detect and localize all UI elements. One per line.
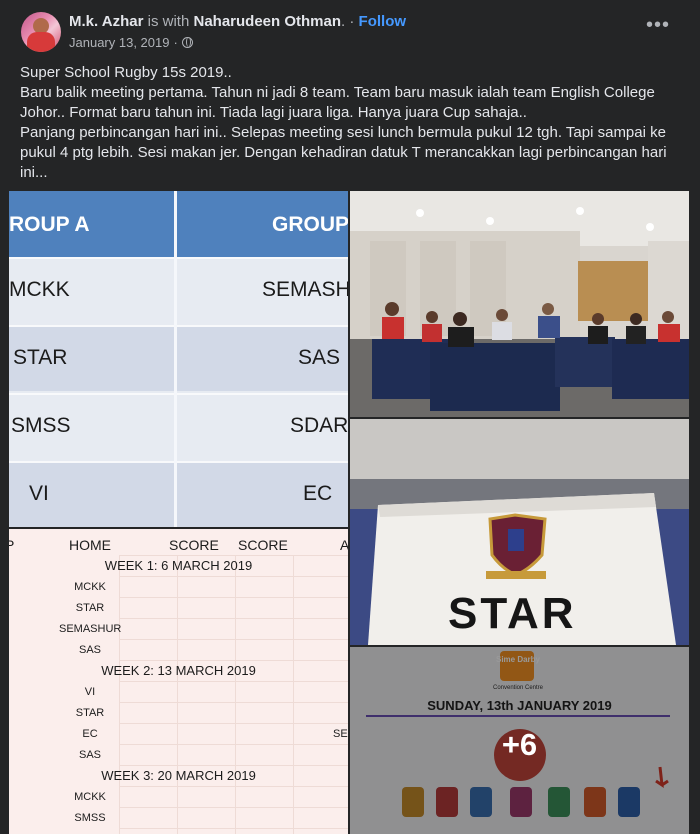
home-team: MCKK — [74, 581, 106, 593]
home-team: SEMASHUR — [59, 623, 122, 635]
col-a: A — [340, 537, 348, 553]
meeting-room-picture — [350, 191, 689, 417]
col-score-1: SCORE — [169, 537, 219, 553]
post-meta: January 13, 2019 · — [69, 35, 193, 50]
group-a-team: SMSS — [11, 414, 71, 437]
photo-grid: ROUP A GROUP MCKK SEMASHU STAR SAS SMSS … — [9, 191, 689, 834]
meta-separator: · — [173, 35, 178, 50]
home-team: EC — [82, 728, 98, 740]
post-text-line: Baru balik meeting pertama. Tahun ni jad… — [20, 84, 655, 121]
group-a-team: STAR — [13, 346, 68, 369]
author-avatar[interactable] — [21, 12, 61, 52]
globe-icon — [181, 37, 193, 48]
home-team: VI — [84, 686, 96, 698]
more-options-icon[interactable]: ••• — [646, 15, 670, 42]
col-p: P — [9, 537, 15, 553]
avatar-body — [27, 32, 55, 52]
week-label: WEEK 2: 13 MARCH 2019 — [101, 663, 256, 678]
groups-row: SMSS SDAR — [9, 393, 348, 459]
more-photos-count[interactable]: +6 — [350, 727, 689, 763]
group-b-header: GROUP — [272, 213, 348, 236]
photo-meeting-room[interactable] — [350, 191, 689, 417]
groups-divider — [174, 191, 177, 527]
photo-star-nameplate[interactable]: STAR — [350, 419, 689, 645]
post-header: M.k. Azhar is with Naharudeen Othman. · … — [0, 0, 700, 58]
photo-groups-table[interactable]: ROUP A GROUP MCKK SEMASHU STAR SAS SMSS … — [9, 191, 348, 527]
home-team: MCKK — [74, 791, 106, 803]
group-b-team: EC — [303, 482, 333, 505]
post-date[interactable]: January 13, 2019 — [69, 35, 169, 50]
col-score-2: SCORE — [238, 537, 288, 553]
group-a-team: MCKK — [9, 278, 70, 301]
home-team: STAR — [75, 602, 105, 614]
schedule-grid — [119, 555, 348, 834]
group-b-team: SEMASHU — [262, 278, 348, 301]
photo-more[interactable]: Sime Darby Convention Centre SUNDAY, 13t… — [350, 647, 689, 834]
with-text: is with — [147, 13, 190, 30]
home-team: STAR — [75, 707, 105, 719]
photo-schedule[interactable]: P HOME SCORE SCORE A WEEK 1: 6 MARCH 201… — [9, 529, 348, 834]
home-team: SAS — [78, 749, 101, 761]
week-label: WEEK 3: 20 MARCH 2019 — [101, 768, 256, 783]
follow-separator: · — [349, 13, 355, 30]
home-team: SMSS — [74, 812, 106, 824]
author-line: M.k. Azhar is with Naharudeen Othman. · … — [69, 13, 406, 31]
tagged-dot: . — [341, 13, 346, 30]
group-b-team: SDAR — [290, 414, 348, 437]
groups-row: STAR SAS — [9, 325, 348, 391]
post-text: Super School Rugby 15s 2019.. Baru balik… — [20, 63, 685, 183]
group-a-team: VI — [29, 482, 49, 505]
group-a-header: ROUP A — [9, 213, 90, 236]
away-team-fragment: SEI — [333, 728, 348, 740]
groups-row: MCKK SEMASHU — [9, 257, 348, 323]
tagged-name[interactable]: Naharudeen Othman — [194, 13, 342, 30]
col-home: HOME — [69, 537, 111, 553]
star-plate-text: STAR — [448, 589, 577, 638]
home-team: SAS — [78, 644, 101, 656]
group-b-team: SAS — [298, 346, 341, 369]
follow-button[interactable]: Follow — [359, 13, 407, 30]
post-text-line: Super School Rugby 15s 2019.. — [20, 64, 232, 81]
post-text-line: Panjang perbincangan hari ini.. Selepas … — [20, 124, 667, 181]
author-name[interactable]: M.k. Azhar — [69, 13, 143, 30]
groups-row: VI EC — [9, 461, 348, 527]
groups-header: ROUP A GROUP — [9, 191, 348, 257]
week-label: WEEK 1: 6 MARCH 2019 — [104, 558, 253, 573]
